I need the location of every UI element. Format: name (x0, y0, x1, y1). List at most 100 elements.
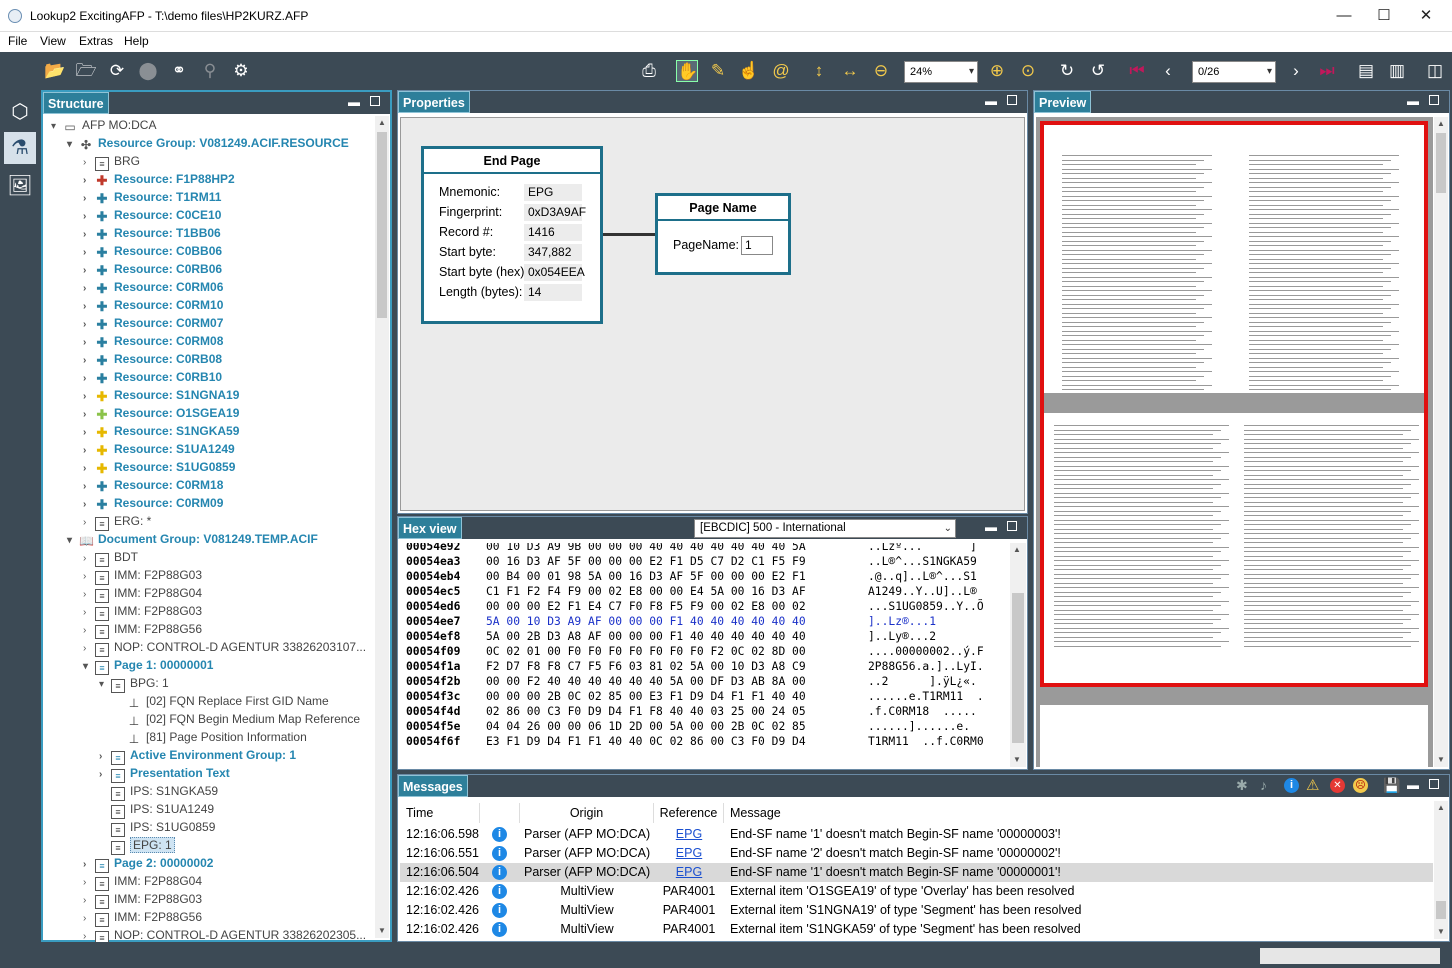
maximize-panel-icon[interactable] (1007, 95, 1017, 105)
hex-row[interactable]: 00054ea3 00 16 D3 AF 5F 00 00 00 E2 F1 D5… (406, 554, 977, 569)
previous-page-icon[interactable]: ‹ (1157, 60, 1179, 82)
hex-row[interactable]: 00054f2b 00 00 F2 40 40 40 40 40 40 5A 00… (406, 674, 977, 689)
debug-bug-icon[interactable]: ✱ (1236, 777, 1248, 794)
hex-row[interactable]: 00054f09 0C 02 01 00 F0 F0 F0 F0 F0 F0 F0… (406, 644, 984, 659)
message-reference[interactable]: EPG (656, 844, 722, 863)
tree-node[interactable]: › ✚ Resource: C0RM10 (83, 296, 223, 314)
encoding-select[interactable]: [EBCDIC] 500 - International ⌄ (694, 519, 956, 538)
tree-node[interactable]: › ✚ Resource: C0RM06 (83, 278, 223, 296)
tree-node[interactable]: › ✚ Resource: C0RB08 (83, 350, 222, 368)
pipette-icon[interactable]: ✎ (707, 60, 729, 82)
tree-node[interactable]: › ✚ Resource: T1RM11 (83, 188, 221, 206)
expanded-twisty-icon[interactable]: ▾ (83, 658, 95, 676)
reload-icon[interactable]: ⟳ (106, 60, 128, 82)
tree-node[interactable]: › ✚ Resource: C0CE10 (83, 206, 221, 224)
tree-node[interactable]: › ≡ Presentation Text (99, 764, 230, 783)
minimize-panel-icon[interactable]: ▬ (1407, 94, 1419, 108)
tree-node[interactable]: › ✚ Resource: C0BB06 (83, 242, 222, 260)
maximize-button[interactable]: ☐ (1372, 5, 1396, 27)
zoom-out-icon[interactable]: ⊖ (870, 60, 892, 82)
hand-tool-icon[interactable]: ✋ (676, 60, 698, 82)
hex-row[interactable]: 00054ef8 5A 00 2B D3 A8 AF 00 00 00 F1 40… (406, 629, 936, 644)
tree-node[interactable]: › ✚ Resource: C0RM07 (83, 314, 223, 332)
scroll-down-icon[interactable]: ▼ (1434, 925, 1448, 939)
fatal-filter-icon[interactable]: ☹ (1353, 778, 1368, 793)
expanded-twisty-icon[interactable]: ▾ (67, 136, 79, 154)
hex-row[interactable]: 00054ed6 00 00 00 E2 F1 E4 C7 F0 F8 F5 F9… (406, 599, 984, 614)
tree-node[interactable]: ▾ ✣ Resource Group: V081249.ACIF.RESOURCE (67, 134, 349, 152)
preview-scrollbar[interactable]: ▲ ▼ (1434, 117, 1448, 767)
tree-node[interactable]: ≡ IPS: S1NGKA59 (99, 782, 218, 801)
preview-area[interactable] (1036, 117, 1433, 767)
hex-row[interactable]: 00054f6f E3 F1 D9 D4 F1 F1 40 40 0C 02 86… (406, 734, 984, 749)
tree-node[interactable]: ▾ ≡ BPG: 1 (99, 674, 169, 693)
settings-gear-icon[interactable]: ⚙ (230, 60, 252, 82)
tree-node[interactable]: › ✚ Resource: C0RB10 (83, 368, 222, 386)
close-button[interactable]: ✕ (1414, 5, 1438, 27)
scroll-up-icon[interactable]: ▲ (1434, 117, 1448, 131)
minimize-panel-icon[interactable]: ▬ (985, 94, 997, 108)
maximize-panel-icon[interactable] (1429, 95, 1439, 105)
find-binoculars-icon[interactable]: ⚭ (168, 60, 190, 82)
warning-filter-icon[interactable]: ⚠ (1306, 776, 1319, 794)
info-filter-icon[interactable]: i (1284, 778, 1299, 793)
spiral-icon[interactable]: @ (770, 60, 792, 82)
tree-node[interactable]: › ≡ Page 2: 00000002 (83, 854, 213, 873)
maximize-panel-icon[interactable] (1007, 521, 1017, 531)
message-row[interactable]: 12:16:06.598 Parser (AFP MO:DCA) EPG End-SF… (400, 825, 1433, 844)
scroll-down-icon[interactable]: ▼ (1010, 753, 1024, 767)
rotate-right-icon[interactable]: ↻ (1056, 60, 1078, 82)
message-row[interactable]: 12:16:02.426 MultiView PAR4001 External ite… (400, 901, 1433, 920)
open-file-icon[interactable]: 📂 (44, 60, 66, 82)
tree-node[interactable]: › ≡ IMM: F2P88G03 (83, 890, 202, 909)
scrollbar-thumb[interactable] (1012, 593, 1024, 743)
expanded-twisty-icon[interactable]: ▾ (67, 532, 79, 550)
tree-node[interactable]: › ≡ IMM: F2P88G04 (83, 584, 202, 603)
tree-node[interactable]: ▾ ≡ Page 1: 00000001 (83, 656, 213, 676)
message-reference[interactable]: EPG (656, 825, 722, 844)
menu-file[interactable]: File (8, 34, 27, 48)
scroll-up-icon[interactable]: ▲ (1010, 543, 1024, 557)
tree-node[interactable]: › ≡ IMM: F2P88G56 (83, 620, 202, 639)
tree-node[interactable]: › ✚ Resource: C0RM08 (83, 332, 223, 350)
messages-scrollbar[interactable]: ▲ ▼ (1434, 801, 1448, 939)
tree-node[interactable]: ≡ IPS: S1UG0859 (99, 818, 215, 837)
tree-node[interactable]: › ≡ ERG: * (83, 512, 151, 531)
open-folder-icon[interactable]: 🗁 (75, 60, 97, 82)
message-reference[interactable]: EPG (656, 863, 722, 882)
image-view-icon[interactable]: 🖼 (4, 170, 36, 202)
col-message-header[interactable]: Message (730, 803, 1330, 823)
tree-node[interactable]: › ≡ Active Environment Group: 1 (99, 746, 296, 765)
tree-node[interactable]: › ✚ Resource: S1NGNA19 (83, 386, 239, 404)
tree-node[interactable]: ⊥ [02] FQN Replace First GID Name (115, 692, 329, 710)
minimize-panel-icon[interactable]: ▬ (1407, 778, 1419, 792)
preview-page-next[interactable] (1040, 705, 1428, 767)
preview-page-current[interactable] (1040, 121, 1428, 687)
tree-node[interactable]: › ≡ IMM: F2P88G56 (83, 908, 202, 927)
expanded-twisty-icon[interactable]: ▾ (51, 118, 63, 136)
tree-node[interactable]: ≡ EPG: 1 (99, 836, 175, 855)
hex-row[interactable]: 00054ee7 5A 00 10 D3 A9 AF 00 00 00 F1 40… (406, 614, 936, 629)
double-page-view-icon[interactable]: ▥ (1386, 60, 1408, 82)
hex-row[interactable]: 00054eb4 00 B4 00 01 98 5A 00 16 D3 AF 5F… (406, 569, 977, 584)
col-time-header[interactable]: Time (406, 803, 480, 823)
scroll-up-icon[interactable]: ▲ (375, 116, 389, 130)
tree-node[interactable]: › ≡ IMM: F2P88G04 (83, 872, 202, 891)
scrollbar-thumb[interactable] (377, 132, 387, 318)
col-origin-header[interactable]: Origin (520, 803, 654, 823)
minimize-panel-icon[interactable]: ▬ (348, 95, 360, 109)
tree-node[interactable]: › ✚ Resource: S1NGKA59 (83, 422, 239, 440)
tree-node[interactable]: › ≡ NOP: CONTROL-D AGENTUR 33826203107... (83, 638, 366, 657)
col-type-header[interactable] (480, 803, 520, 823)
tree-node[interactable]: › ✚ Resource: S1UG0859 (83, 458, 235, 476)
error-filter-icon[interactable]: ✕ (1330, 778, 1345, 793)
minimize-button[interactable]: — (1332, 5, 1356, 27)
hex-dump[interactable]: 00054e92 00 10 D3 A9 9B 00 00 00 40 40 40… (400, 543, 1009, 767)
layout-panel-icon[interactable]: ◫ (1424, 60, 1446, 82)
zoom-in-icon[interactable]: ⊕ (986, 60, 1008, 82)
structure-microscope-icon[interactable]: ⚗ (4, 132, 36, 164)
hex-row[interactable]: 00054f3c 00 00 00 2B 0C 02 85 00 E3 F1 D9… (406, 689, 984, 704)
tree-node[interactable]: › ✚ Resource: T1BB06 (83, 224, 221, 242)
hex-row[interactable]: 00054f1a F2 D7 F8 F8 C7 F5 F6 03 81 02 5A… (406, 659, 984, 674)
tree-node[interactable]: ⊥ [02] FQN Begin Medium Map Reference (115, 710, 360, 728)
